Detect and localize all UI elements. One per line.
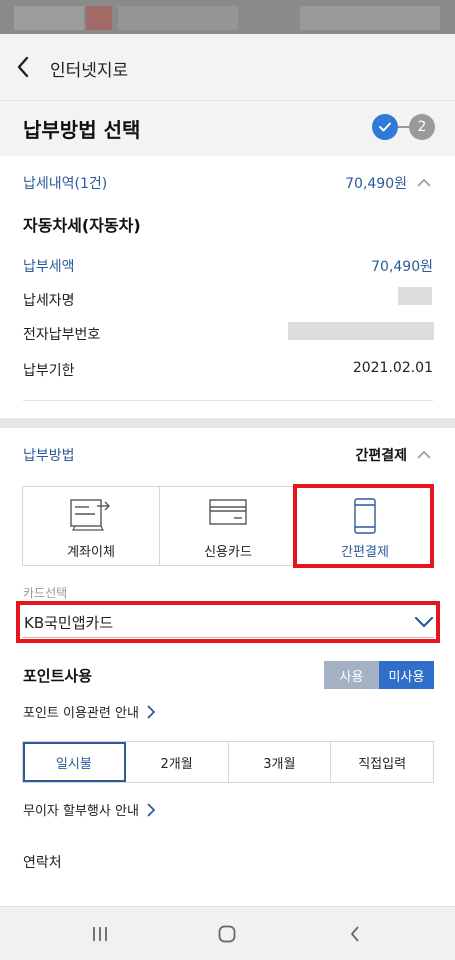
interest-free-label: 무이자 할부행사 안내 (23, 804, 139, 819)
payment-method-label: 납부방법 (23, 448, 75, 464)
installment-custom[interactable]: 직접입력 (331, 742, 433, 782)
back-button[interactable] (10, 52, 36, 82)
back-nav-button[interactable] (342, 921, 368, 947)
highlight-box (16, 601, 440, 643)
tax-item-name: 자동차세(자동차) (23, 216, 141, 235)
status-blur (86, 6, 112, 30)
chevron-up-icon[interactable] (417, 448, 431, 462)
taxpayer-name-redacted (398, 287, 432, 305)
page-header: 납부방법 선택 2 (0, 100, 455, 156)
back-arrow-icon (350, 926, 359, 942)
method-account-transfer[interactable]: 계좌이체 (23, 487, 160, 565)
section-divider (0, 418, 455, 428)
taxpayer-name-label: 납세자명 (23, 293, 75, 309)
points-use-button[interactable]: 사용 (324, 661, 379, 689)
tax-summary-label: 납세내역(1건) (23, 176, 108, 192)
status-blur (300, 6, 440, 30)
points-info-label: 포인트 이용관련 안내 (23, 706, 139, 721)
due-date-value: 2021.02.01 (352, 360, 433, 376)
installment-2-months[interactable]: 2개월 (126, 742, 229, 782)
card-select-caption: 카드선택 (23, 586, 68, 600)
step-current-indicator: 2 (409, 114, 435, 140)
installment-3-months[interactable]: 3개월 (229, 742, 332, 782)
credit-card-icon (209, 499, 247, 525)
status-bar (0, 0, 455, 34)
divider (23, 400, 433, 401)
method-label: 계좌이체 (67, 545, 115, 560)
chevron-up-icon[interactable] (417, 176, 431, 190)
page-title: 납부방법 선택 (23, 118, 141, 142)
account-transfer-icon (70, 499, 110, 531)
payment-method-selected: 간편결제 (355, 448, 407, 464)
recent-apps-icon (93, 927, 107, 941)
points-label: 포인트사용 (23, 667, 93, 685)
status-blur (14, 6, 84, 30)
points-nouse-button[interactable]: 미사용 (379, 661, 434, 689)
home-button[interactable] (214, 921, 240, 947)
check-icon (379, 122, 391, 132)
method-credit-card[interactable]: 신용카드 (160, 487, 297, 565)
method-label: 신용카드 (204, 545, 252, 560)
points-toggle: 사용 미사용 (324, 661, 434, 689)
payment-number-redacted (288, 322, 434, 340)
highlight-box (293, 484, 434, 568)
points-info-link[interactable]: 포인트 이용관련 안내 (23, 702, 155, 721)
step-complete-indicator (372, 114, 398, 140)
home-icon (218, 925, 236, 943)
interest-free-info-link[interactable]: 무이자 할부행사 안내 (23, 800, 155, 819)
contact-label: 연락처 (23, 855, 62, 871)
status-blur (118, 6, 238, 30)
chevron-right-icon (147, 704, 155, 719)
system-nav-bar (0, 906, 455, 960)
payment-number-label: 전자납부번호 (23, 327, 101, 343)
due-date-label: 납부기한 (23, 363, 75, 379)
tax-amount-value: 70,490원 (371, 259, 433, 275)
app-bar: 인터넷지로 (0, 34, 455, 100)
tax-amount-label: 납부세액 (23, 259, 75, 275)
chevron-left-icon (17, 56, 29, 78)
installment-options: 일시불 2개월 3개월 직접입력 (22, 741, 434, 783)
app-title: 인터넷지로 (50, 61, 129, 81)
tax-summary-amount: 70,490원 (345, 176, 407, 192)
chevron-right-icon (147, 802, 155, 817)
installment-lump-sum[interactable]: 일시불 (23, 742, 126, 782)
recent-apps-button[interactable] (87, 921, 113, 947)
